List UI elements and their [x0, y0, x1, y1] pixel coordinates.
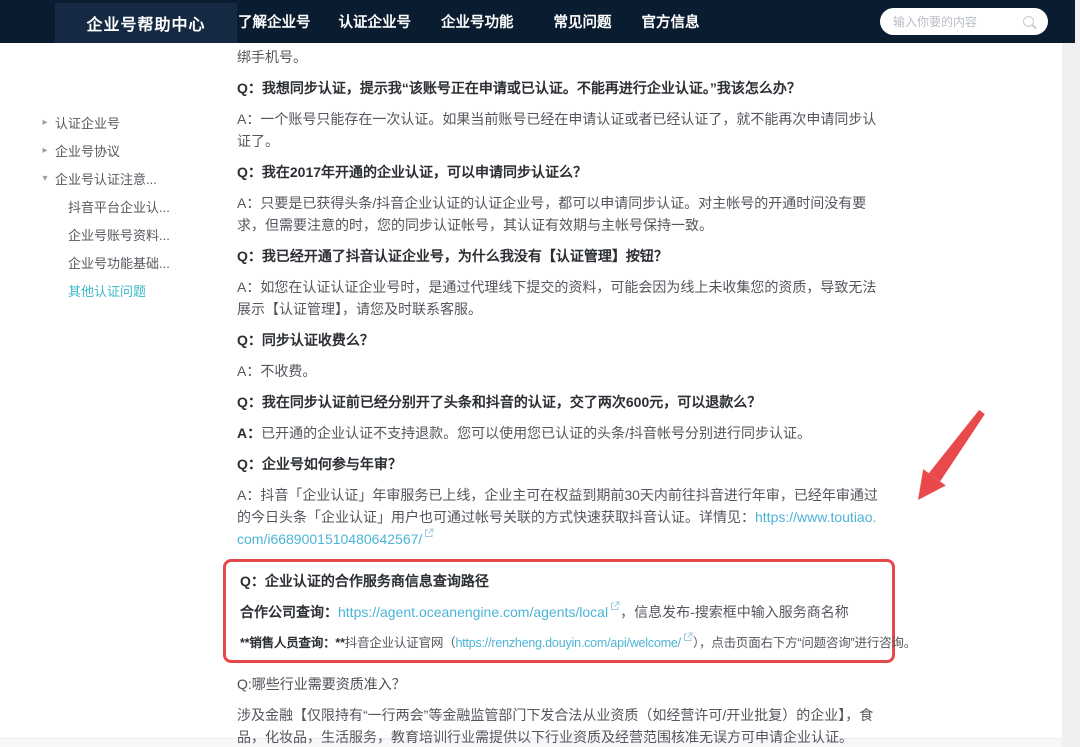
text-run: 涉及金融【仅限持有“一行两会”等金融监管部门下发合法从业资质（如经营许可/开业批…	[237, 707, 874, 746]
text-run: 绑手机号。	[237, 49, 307, 65]
sidebar-tree: ▸ 认证企业号 ▸ 企业号协议 ▾ 企业号认证注意... 抖音平台企业认... 企业号账号资料…	[0, 108, 210, 304]
nav-item-3[interactable]: 企业号功能	[441, 11, 514, 32]
answer-text: A：不收费。	[237, 360, 883, 382]
question-text: Q：同步认证收费么？	[237, 329, 883, 351]
label-bold: **销售人员查询：**	[240, 636, 345, 651]
hyperlink[interactable]: https://agent.oceanengine.com/agents/loc…	[338, 604, 608, 620]
chevron-right-icon[interactable]: ▸	[38, 145, 52, 156]
sidebar-item-3[interactable]: ▾ 企业号认证注意...	[0, 164, 210, 192]
hyperlink[interactable]: https://renzheng.douyin.com/api/welcome/	[455, 636, 681, 650]
question-text: Q：我在同步认证前已经分别开了头条和抖音的认证，交了两次600元，可以退款么？	[237, 391, 883, 413]
search-input[interactable]	[893, 14, 1023, 29]
answer-text: Q:哪些行业需要资质准入？	[237, 673, 883, 695]
answer-text: A：抖音「企业认证」年审服务已上线，企业主可在权益到期前30天内前往抖音进行年审…	[237, 484, 883, 550]
sidebar-item-4[interactable]: 抖音平台企业认...	[0, 192, 210, 220]
page-right-gutter	[1062, 0, 1080, 747]
sidebar-item-label: 企业号协议	[55, 143, 121, 159]
chevron-down-icon[interactable]: ▾	[38, 173, 52, 184]
top-navbar: 企业号帮助中心 了解企业号 认证企业号 企业号功能 常见问题 官方信息	[0, 0, 1075, 43]
text-run: Q：我在同步认证前已经分别开了头条和抖音的认证，交了两次600元，可以退款么？	[237, 394, 762, 410]
text-run: Q：企业号如何参与年审？	[237, 456, 402, 472]
answer-text: 涉及金融【仅限持有“一行两会”等金融监管部门下发合法从业资质（如经营许可/开业批…	[237, 704, 883, 747]
nav-item-5[interactable]: 官方信息	[642, 11, 700, 32]
text-run: A：一个账号只能存在一次认证。如果当前账号已经在申请认证或者已经认证了，就不能再…	[237, 111, 877, 149]
sidebar-item-label: 抖音平台企业认...	[68, 199, 170, 215]
sidebar-item-1[interactable]: ▸ 认证企业号	[0, 108, 210, 136]
main-nav: 了解企业号 认证企业号 企业号功能 常见问题 官方信息	[238, 0, 730, 43]
answer-text: **销售人员查询：**抖音企业认证官网（https://renzheng.dou…	[240, 632, 916, 654]
label-bold: A：	[237, 425, 262, 441]
text-run: Q：我想同步认证，提示我“该账号正在申请或已认证。不能再进行企业认证。”我该怎么…	[237, 80, 801, 96]
sidebar-item-label: 企业号功能基础...	[68, 255, 170, 271]
external-link-icon	[610, 601, 620, 611]
external-link-icon	[683, 632, 693, 642]
sidebar-item-2[interactable]: ▸ 企业号协议	[0, 136, 210, 164]
answer-text: 绑手机号。	[237, 46, 883, 68]
chevron-right-icon[interactable]: ▸	[38, 117, 52, 128]
text-run: 抖音企业认证官网（	[344, 636, 456, 651]
sidebar-item-label: 认证企业号	[55, 115, 121, 131]
text-run: ，信息发布-搜索框中输入服务商名称	[620, 604, 849, 620]
sidebar-item-7[interactable]: 其他认证问题	[0, 276, 210, 304]
search-box[interactable]	[880, 8, 1048, 35]
sidebar-item-label: 其他认证问题	[68, 283, 147, 299]
text-run: A：如您在认证认证企业号时，是通过代理线下提交的资料，可能会因为线上未收集您的资…	[237, 279, 877, 317]
text-run: ），点击页面右下方“问题咨询”进行咨询。	[692, 636, 917, 651]
text-run: Q:哪些行业需要资质准入？	[237, 676, 406, 693]
sidebar-item-label: 企业号认证注意...	[55, 171, 157, 187]
question-text: Q：我已经开通了抖音认证企业号，为什么我没有【认证管理】按钮？	[237, 245, 883, 267]
sidebar-item-5[interactable]: 企业号账号资料...	[0, 220, 210, 248]
brand-panel[interactable]: 企业号帮助中心	[55, 3, 237, 43]
text-run: Q：我在2017年开通的企业认证，可以申请同步认证么？	[237, 164, 588, 180]
answer-text: A：已开通的企业认证不支持退款。您可以使用您已认证的头条/抖音帐号分别进行同步认…	[237, 422, 883, 444]
answer-text: A：只要是已获得头条/抖音企业认证的认证企业号，都可以申请同步认证。对主帐号的开…	[237, 192, 883, 236]
answer-text: A：如您在认证认证企业号时，是通过代理线下提交的资料，可能会因为线上未收集您的资…	[237, 276, 883, 320]
question-text: Q：企业号如何参与年审？	[237, 453, 883, 475]
search-icon[interactable]	[1023, 16, 1034, 27]
answer-text: 合作公司查询：https://agent.oceanengine.com/age…	[240, 601, 882, 623]
red-arrow-icon	[918, 409, 985, 500]
question-text: Q：我在2017年开通的企业认证，可以申请同步认证么？	[237, 161, 883, 183]
answer-text: A：一个账号只能存在一次认证。如果当前账号已经在申请认证或者已经认证了，就不能再…	[237, 108, 883, 152]
text-run: A：不收费。	[237, 363, 317, 379]
site-title: 企业号帮助中心	[86, 17, 206, 34]
text-run: Q：我已经开通了抖音认证企业号，为什么我没有【认证管理】按钮？	[237, 248, 668, 264]
text-run: Q：同步认证收费么？	[237, 332, 374, 348]
faq-content: 绑手机号。 Q：我想同步认证，提示我“该账号正在申请或已认证。不能再进行企业认证。…	[223, 43, 916, 747]
highlighted-answer-box: Q：企业认证的合作服务商信息查询路径 合作公司查询：https://agent.o…	[223, 559, 916, 664]
nav-item-4[interactable]: 常见问题	[554, 11, 612, 32]
text-run: Q：企业认证的合作服务商信息查询路径	[240, 573, 489, 589]
sidebar-item-label: 企业号账号资料...	[68, 227, 170, 243]
question-text: Q：我想同步认证，提示我“该账号正在申请或已认证。不能再进行企业认证。”我该怎么…	[237, 77, 883, 99]
text-run: 已开通的企业认证不支持退款。您可以使用您已认证的头条/抖音帐号分别进行同步认证。	[261, 425, 812, 441]
question-text: Q：企业认证的合作服务商信息查询路径	[240, 570, 882, 592]
nav-item-1[interactable]: 了解企业号	[238, 11, 311, 32]
label-bold: 合作公司查询：	[240, 604, 338, 620]
external-link-icon	[424, 528, 434, 538]
sidebar-item-6[interactable]: 企业号功能基础...	[0, 248, 210, 276]
text-run: A：只要是已获得头条/抖音企业认证的认证企业号，都可以申请同步认证。对主帐号的开…	[237, 195, 867, 233]
nav-item-2[interactable]: 认证企业号	[339, 11, 412, 32]
